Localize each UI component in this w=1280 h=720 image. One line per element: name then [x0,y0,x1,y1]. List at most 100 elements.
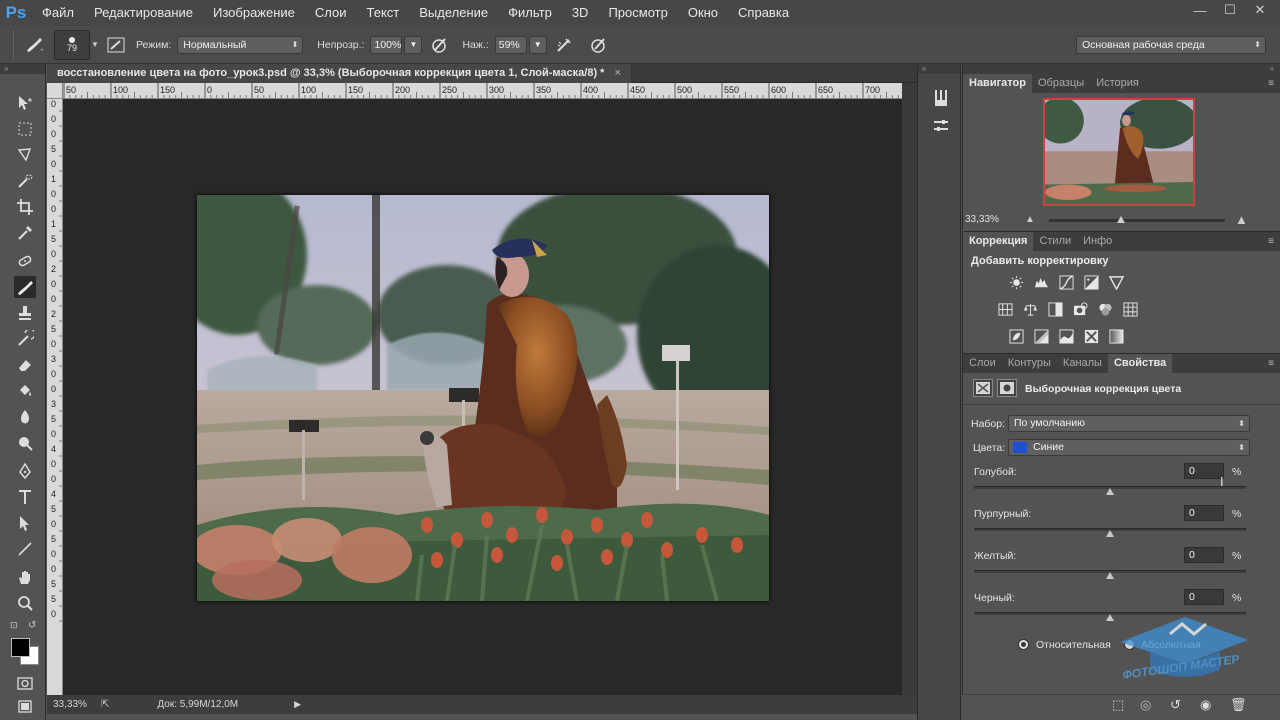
panel-menu-icon[interactable]: ≡ [1268,78,1274,89]
path-selection-tool-icon[interactable] [14,512,36,534]
blur-tool-icon[interactable] [14,406,36,428]
color-balance-icon[interactable] [1022,301,1038,317]
brush-size-picker[interactable]: 79 [54,29,90,60]
close-button[interactable]: ✕ [1246,0,1274,20]
view-previous-icon[interactable]: ◎ [1140,697,1151,713]
navigator-zoom-value[interactable]: 33,33% [965,214,999,225]
tab-layers[interactable]: Слои [963,354,1002,373]
quick-mask-icon[interactable] [14,672,36,694]
reset-icon[interactable]: ↺ [1170,697,1181,713]
ruler-origin[interactable] [47,83,63,99]
document-image[interactable] [197,195,769,601]
colors-select[interactable]: Синие ⬍ [1008,439,1250,456]
tab-swatches[interactable]: Образцы [1032,74,1090,93]
brush-panel-toggle-icon[interactable] [100,37,132,53]
zoom-tool-icon[interactable] [14,592,36,614]
selective-color-icon[interactable] [1083,328,1099,344]
flow-input[interactable]: 59% [494,35,527,54]
eyedropper-tool-icon[interactable] [14,222,36,244]
maximize-button[interactable]: ☐ [1216,0,1244,20]
opacity-pressure-icon[interactable] [422,36,456,54]
tab-info[interactable]: Инфо [1077,232,1118,251]
panel-menu-icon[interactable]: ≡ [1268,358,1274,369]
horizontal-ruler[interactable]: 50 100 150 0 50 100 150 200 250 300 350 400 450 500 55… [47,83,902,99]
magenta-input[interactable]: 0 [1184,505,1224,521]
menu-image[interactable]: Изображение [203,0,305,26]
line-tool-icon[interactable] [14,538,36,560]
black-white-icon[interactable] [1047,301,1063,317]
menu-select[interactable]: Выделение [409,0,498,26]
eraser-tool-icon[interactable] [14,354,36,376]
vertical-scrollbar[interactable] [902,83,917,695]
zoom-out-icon[interactable]: ▲ [1025,214,1035,225]
tab-styles[interactable]: Стили [1033,232,1077,251]
healing-brush-tool-icon[interactable] [14,250,36,272]
opacity-input[interactable]: 100% [370,35,403,54]
cyan-input[interactable]: 0 [1184,463,1224,479]
size-pressure-icon[interactable] [581,36,615,54]
levels-icon[interactable] [1033,274,1049,290]
document-tab[interactable]: восстановление цвета на фото_урок3.psd @… [47,64,631,83]
mode-select[interactable]: Нормальный ⬍ [177,35,304,54]
brush-settings-panel-icon[interactable] [929,114,953,138]
tab-paths[interactable]: Контуры [1002,354,1057,373]
history-brush-tool-icon[interactable] [14,328,36,350]
layer-mask-icon[interactable] [997,379,1017,397]
menu-window[interactable]: Окно [678,0,728,26]
share-icon[interactable]: ⇱ [101,699,109,710]
brush-presets-panel-icon[interactable] [929,86,953,110]
trash-icon[interactable]: 🗑 [1230,697,1247,713]
flow-dropdown-arrow-icon[interactable]: ▼ [528,35,547,54]
absolute-radio[interactable] [1124,639,1135,650]
menu-edit[interactable]: Редактирование [84,0,203,26]
marquee-tool-icon[interactable] [14,118,36,140]
dock-expand-icon[interactable]: « [918,64,960,74]
tab-history[interactable]: История [1090,74,1145,93]
relative-radio[interactable] [1018,639,1029,650]
quick-selection-tool-icon[interactable] [14,170,36,192]
crop-tool-icon[interactable] [14,196,36,218]
posterize-icon[interactable] [1033,328,1049,344]
menu-help[interactable]: Справка [728,0,799,26]
cyan-slider-thumb[interactable] [1106,488,1114,495]
navigator-zoom-slider[interactable] [1049,219,1225,222]
workspace-select[interactable]: Основная рабочая среда ⬍ [1076,36,1266,54]
color-lookup-icon[interactable] [1122,301,1138,317]
screen-mode-icon[interactable] [14,696,36,718]
zoom-in-icon[interactable]: ▲ [1235,212,1248,227]
yellow-slider-thumb[interactable] [1106,572,1114,579]
photo-filter-icon[interactable] [1072,301,1088,317]
vibrance-icon[interactable] [1108,274,1124,290]
navigator-zoom-thumb[interactable] [1117,216,1125,223]
status-zoom[interactable]: 33,33% [53,699,95,710]
foreground-color-swatch[interactable] [11,638,30,657]
channel-mixer-icon[interactable] [1097,301,1113,317]
tab-channels[interactable]: Каналы [1057,354,1108,373]
swap-colors-icon[interactable]: ↺ [28,620,36,631]
menu-file[interactable]: Файл [32,0,84,26]
panel-collapse-icon[interactable]: » [963,64,1280,74]
hue-saturation-icon[interactable] [997,301,1013,317]
menu-3d[interactable]: 3D [562,0,599,26]
clip-to-layer-icon[interactable]: ⬚ [1112,697,1124,713]
black-input[interactable]: 0 [1184,589,1224,605]
dodge-tool-icon[interactable] [14,432,36,454]
options-grip[interactable] [4,30,14,59]
brightness-contrast-icon[interactable] [1008,274,1024,290]
yellow-input[interactable]: 0 [1184,547,1224,563]
menu-layers[interactable]: Слои [305,0,357,26]
opacity-dropdown-arrow-icon[interactable]: ▼ [404,35,423,54]
tab-navigator[interactable]: Навигатор [963,74,1032,93]
exposure-icon[interactable] [1083,274,1099,290]
clone-stamp-tool-icon[interactable] [14,302,36,324]
minimize-button[interactable]: — [1186,0,1214,20]
document-tab-close-icon[interactable]: × [614,64,620,83]
tab-properties[interactable]: Свойства [1107,354,1173,373]
tab-adjustments[interactable]: Коррекция [963,232,1034,251]
curves-icon[interactable] [1058,274,1074,290]
brush-tool-icon[interactable] [14,276,36,298]
status-menu-arrow-icon[interactable]: ▶ [294,699,301,710]
paint-bucket-tool-icon[interactable] [14,380,36,402]
magenta-slider-thumb[interactable] [1106,530,1114,537]
menu-view[interactable]: Просмотр [598,0,677,26]
